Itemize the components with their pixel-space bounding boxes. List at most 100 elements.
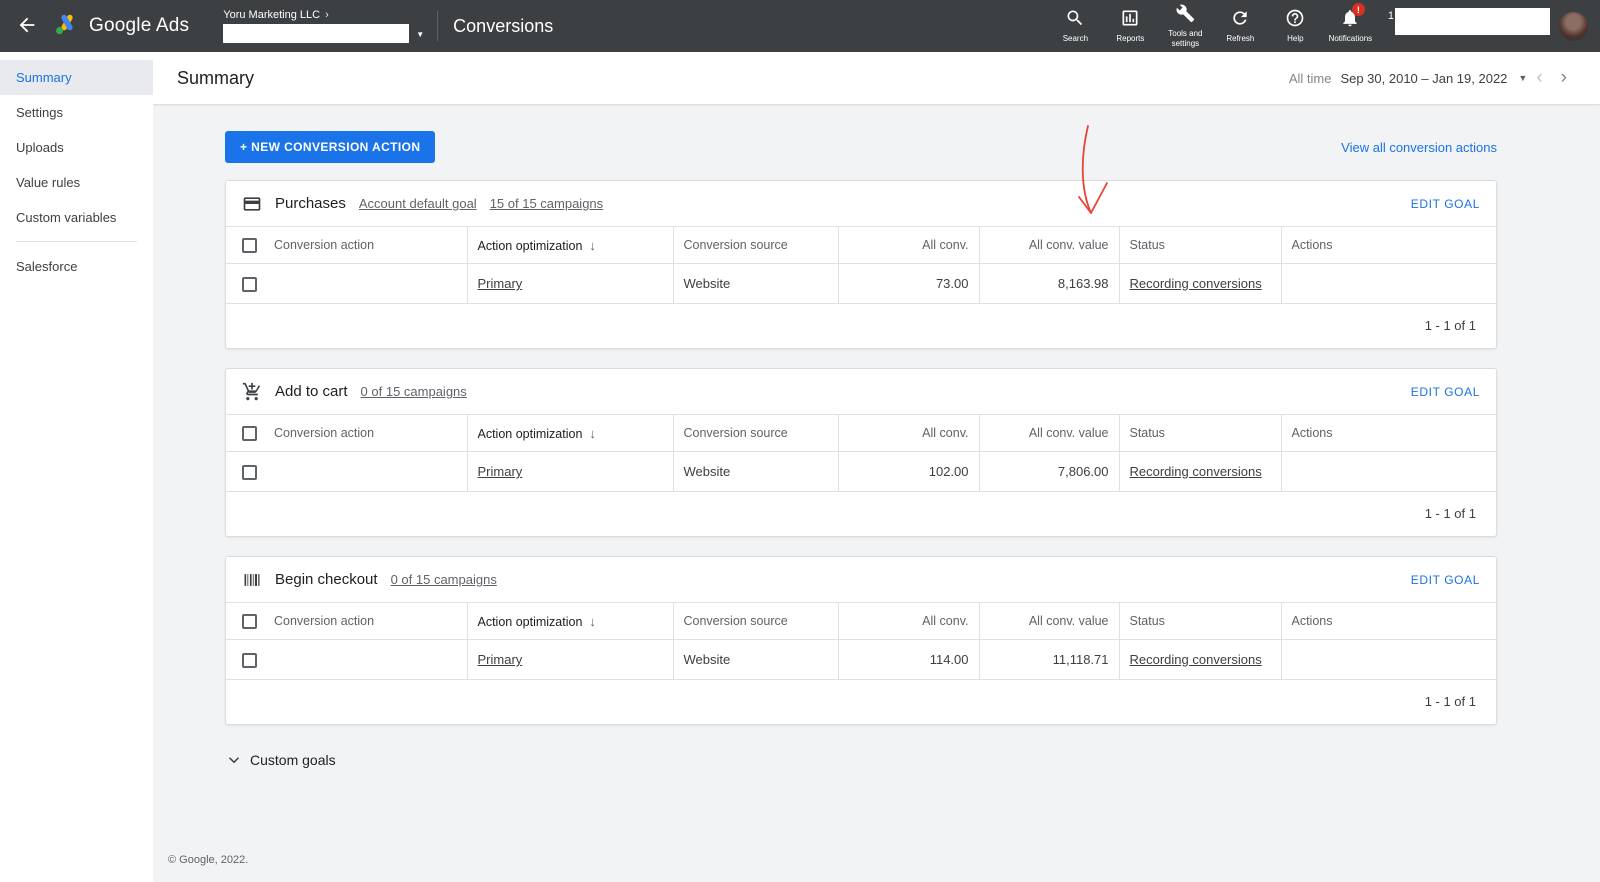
edit-goal-button[interactable]: EDIT GOAL [1411, 573, 1480, 587]
sidebar-item-custom-variables[interactable]: Custom variables [0, 200, 153, 235]
column-header-sorted[interactable]: Action optimization [478, 239, 583, 253]
campaigns-link[interactable]: 0 of 15 campaigns [361, 384, 467, 399]
select-all-checkbox[interactable] [242, 425, 257, 441]
sidebar-divider [16, 241, 137, 242]
credit-card-icon [242, 194, 262, 214]
sidebar-item-settings[interactable]: Settings [0, 95, 153, 130]
goal-card-add-to-cart: Add to cart 0 of 15 campaigns EDIT GOAL … [225, 368, 1497, 537]
status-link[interactable]: Recording conversions [1130, 276, 1262, 291]
sidebar-item-label: Uploads [16, 140, 64, 155]
page-header: Summary All time Sep 30, 2010 – Jan 19, … [153, 52, 1600, 104]
column-header: Actions [1291, 614, 1333, 628]
column-header-sorted[interactable]: Action optimization [478, 615, 583, 629]
optimization-link[interactable]: Primary [478, 464, 523, 479]
pagination: 1 - 1 of 1 [226, 492, 1496, 536]
select-all-checkbox[interactable] [242, 613, 257, 629]
footer-copyright: © Google, 2022. [168, 854, 249, 866]
column-header-sorted[interactable]: Action optimization [478, 427, 583, 441]
custom-goals-label: Custom goals [250, 752, 336, 768]
help-button[interactable]: Help [1268, 6, 1323, 46]
goal-title: Purchases [275, 195, 346, 212]
edit-goal-button[interactable]: EDIT GOAL [1411, 197, 1480, 211]
page-title: Summary [177, 67, 255, 88]
campaigns-link[interactable]: 0 of 15 campaigns [391, 572, 497, 587]
pagination: 1 - 1 of 1 [226, 680, 1496, 724]
sidebar-item-label: Summary [16, 70, 72, 85]
date-range-value: Sep 30, 2010 – Jan 19, 2022 [1340, 70, 1508, 86]
column-header: All conv. value [1028, 426, 1109, 440]
custom-goals-toggle[interactable]: Custom goals [225, 751, 336, 769]
back-button[interactable] [16, 14, 38, 39]
status-link[interactable]: Recording conversions [1130, 652, 1262, 667]
column-header: Conversion source [683, 426, 788, 440]
column-header: Actions [1291, 426, 1333, 440]
select-all-checkbox[interactable] [242, 237, 257, 253]
main-content: Summary All time Sep 30, 2010 – Jan 19, … [153, 52, 1600, 882]
google-ads-logo[interactable]: Google Ads [54, 12, 189, 41]
column-header: Conversion source [683, 614, 788, 628]
account-dropdown-caret-icon[interactable]: ▼ [416, 30, 424, 39]
google-ads-logo-icon [54, 12, 80, 41]
table-header-row: Conversion action Action optimization ↓ C… [226, 602, 1496, 640]
goal-card-header: Add to cart 0 of 15 campaigns EDIT GOAL [226, 369, 1496, 414]
row-checkbox[interactable] [242, 464, 257, 480]
conversion-row: Primary Website 102.00 7,806.00 Recordin… [226, 451, 1496, 492]
refresh-icon [1230, 8, 1250, 31]
all-conv-value-amount: 7,806.00 [1057, 464, 1109, 479]
sidebar-item-uploads[interactable]: Uploads [0, 130, 153, 165]
content-area: + NEW CONVERSION ACTION View all convers… [153, 104, 1600, 882]
topbar-page-title: Conversions [453, 15, 554, 36]
goal-title: Add to cart [275, 383, 348, 400]
help-icon [1285, 8, 1305, 31]
sidebar-item-value-rules[interactable]: Value rules [0, 165, 153, 200]
sort-descending-icon: ↓ [589, 425, 596, 441]
brand-name: Google Ads [89, 15, 190, 36]
notification-badge: ! [1351, 3, 1365, 16]
wrench-icon [1175, 3, 1195, 26]
column-header: Conversion source [683, 238, 788, 252]
campaigns-link[interactable]: 15 of 15 campaigns [490, 196, 603, 211]
tools-and-settings-button[interactable]: Tools and settings [1158, 1, 1213, 51]
column-header: Status [1129, 614, 1165, 628]
bar-chart-icon [1120, 8, 1140, 31]
column-header: Status [1129, 426, 1165, 440]
new-conversion-action-button[interactable]: + NEW CONVERSION ACTION [225, 131, 436, 163]
date-range-picker[interactable]: All time Sep 30, 2010 – Jan 19, 2022 ▼ [1289, 71, 1528, 86]
date-previous-button[interactable]: ‹ [1527, 67, 1551, 89]
sidebar: Summary Settings Uploads Value rules Cus… [0, 52, 153, 882]
avatar[interactable] [1559, 11, 1588, 41]
chevron-down-icon: ▼ [1518, 73, 1528, 83]
edit-goal-button[interactable]: EDIT GOAL [1411, 385, 1480, 399]
topbar: Google Ads Yoru Marketing LLC › ▼ Conver… [0, 0, 1600, 52]
pagination-label: 1 - 1 of 1 [1424, 318, 1476, 333]
account-name: Yoru Marketing LLC [223, 9, 321, 21]
optimization-link[interactable]: Primary [478, 652, 523, 667]
sidebar-item-salesforce[interactable]: Salesforce [0, 249, 153, 284]
table-header-row: Conversion action Action optimization ↓ C… [226, 226, 1496, 264]
account-selector[interactable]: Yoru Marketing LLC › [223, 9, 410, 43]
pagination-label: 1 - 1 of 1 [1424, 506, 1476, 521]
goal-title: Begin checkout [275, 571, 378, 588]
status-link[interactable]: Recording conversions [1130, 464, 1262, 479]
goal-card-purchases: Purchases Account default goal 15 of 15 … [225, 180, 1497, 349]
view-all-conversion-actions-link[interactable]: View all conversion actions [1341, 140, 1497, 155]
notifications-button[interactable]: ! Notifications [1323, 3, 1378, 46]
search-button[interactable]: Search [1048, 6, 1103, 46]
row-checkbox[interactable] [242, 276, 257, 292]
column-header: All conv. value [1028, 238, 1109, 252]
all-conv-value: 102.00 [928, 464, 969, 479]
toolbar-row: + NEW CONVERSION ACTION View all convers… [225, 131, 1497, 163]
search-icon [1065, 8, 1085, 31]
reports-button[interactable]: Reports [1103, 6, 1158, 46]
topbar-actions: Search Reports Tools and settings Refres… [1048, 1, 1588, 51]
row-checkbox[interactable] [242, 652, 257, 668]
sort-descending-icon: ↓ [589, 237, 596, 253]
account-default-goal-link[interactable]: Account default goal [359, 196, 477, 211]
all-conv-value-amount: 11,118.71 [1052, 652, 1109, 667]
column-header: All conv. [922, 614, 969, 628]
date-next-button[interactable]: › [1552, 67, 1576, 89]
optimization-link[interactable]: Primary [478, 276, 523, 291]
refresh-button[interactable]: Refresh [1213, 6, 1268, 46]
sidebar-item-summary[interactable]: Summary [0, 60, 153, 95]
goal-card-begin-checkout: Begin checkout 0 of 15 campaigns EDIT GO… [225, 556, 1497, 725]
